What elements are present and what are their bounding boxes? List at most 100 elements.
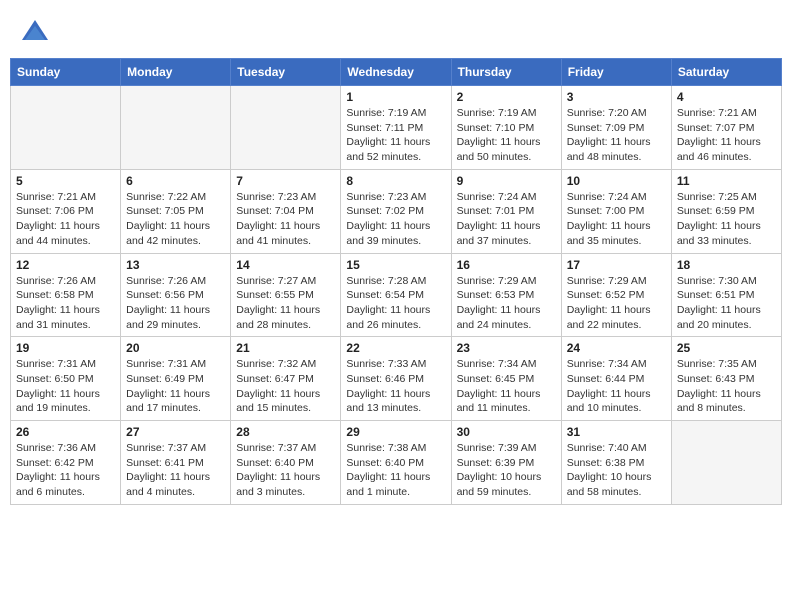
calendar-cell	[231, 86, 341, 170]
calendar-cell: 10Sunrise: 7:24 AMSunset: 7:00 PMDayligh…	[561, 169, 671, 253]
calendar-cell: 13Sunrise: 7:26 AMSunset: 6:56 PMDayligh…	[121, 253, 231, 337]
calendar-cell: 17Sunrise: 7:29 AMSunset: 6:52 PMDayligh…	[561, 253, 671, 337]
calendar-cell: 3Sunrise: 7:20 AMSunset: 7:09 PMDaylight…	[561, 86, 671, 170]
sunset-text: Sunset: 6:44 PM	[567, 372, 666, 387]
day-number: 21	[236, 341, 335, 355]
sunset-text: Sunset: 7:10 PM	[457, 121, 556, 136]
daylight-text: Daylight: 11 hoursand 42 minutes.	[126, 219, 225, 248]
sunrise-text: Sunrise: 7:28 AM	[346, 274, 445, 289]
day-info: Sunrise: 7:34 AMSunset: 6:44 PMDaylight:…	[567, 357, 666, 416]
sunset-text: Sunset: 6:52 PM	[567, 288, 666, 303]
day-info: Sunrise: 7:37 AMSunset: 6:41 PMDaylight:…	[126, 441, 225, 500]
sunset-text: Sunset: 6:55 PM	[236, 288, 335, 303]
day-info: Sunrise: 7:36 AMSunset: 6:42 PMDaylight:…	[16, 441, 115, 500]
day-info: Sunrise: 7:26 AMSunset: 6:58 PMDaylight:…	[16, 274, 115, 333]
sunrise-text: Sunrise: 7:35 AM	[677, 357, 776, 372]
sunrise-text: Sunrise: 7:32 AM	[236, 357, 335, 372]
daylight-text: Daylight: 11 hoursand 19 minutes.	[16, 387, 115, 416]
daylight-text: Daylight: 11 hoursand 22 minutes.	[567, 303, 666, 332]
day-info: Sunrise: 7:31 AMSunset: 6:50 PMDaylight:…	[16, 357, 115, 416]
day-number: 15	[346, 258, 445, 272]
sunrise-text: Sunrise: 7:34 AM	[567, 357, 666, 372]
daylight-text: Daylight: 11 hoursand 39 minutes.	[346, 219, 445, 248]
page-header	[10, 10, 782, 52]
sunrise-text: Sunrise: 7:38 AM	[346, 441, 445, 456]
sunset-text: Sunset: 7:11 PM	[346, 121, 445, 136]
calendar-week-row: 1Sunrise: 7:19 AMSunset: 7:11 PMDaylight…	[11, 86, 782, 170]
sunrise-text: Sunrise: 7:37 AM	[236, 441, 335, 456]
day-number: 1	[346, 90, 445, 104]
sunset-text: Sunset: 6:38 PM	[567, 456, 666, 471]
calendar-cell: 9 Sunrise: 7:24 AMSunset: 7:01 PMDaylight…	[451, 169, 561, 253]
sunset-text: Sunset: 6:40 PM	[236, 456, 335, 471]
day-info: Sunrise: 7:30 AMSunset: 6:51 PMDaylight:…	[677, 274, 776, 333]
sunset-text: Sunset: 7:01 PM	[457, 204, 556, 219]
daylight-text: Daylight: 11 hoursand 26 minutes.	[346, 303, 445, 332]
sunrise-text: Sunrise: 7:19 AM	[346, 106, 445, 121]
daylight-text: Daylight: 11 hoursand 37 minutes.	[457, 219, 556, 248]
daylight-text: Daylight: 11 hoursand 48 minutes.	[567, 135, 666, 164]
day-number: 30	[457, 425, 556, 439]
sunset-text: Sunset: 6:59 PM	[677, 204, 776, 219]
day-number: 12	[16, 258, 115, 272]
calendar-cell: 29Sunrise: 7:38 AMSunset: 6:40 PMDayligh…	[341, 421, 451, 505]
logo	[20, 18, 52, 48]
day-info: Sunrise: 7:35 AMSunset: 6:43 PMDaylight:…	[677, 357, 776, 416]
day-info: Sunrise: 7:22 AMSunset: 7:05 PMDaylight:…	[126, 190, 225, 249]
sunset-text: Sunset: 6:46 PM	[346, 372, 445, 387]
daylight-text: Daylight: 11 hoursand 13 minutes.	[346, 387, 445, 416]
day-number: 4	[677, 90, 776, 104]
day-info: Sunrise: 7:39 AMSunset: 6:39 PMDaylight:…	[457, 441, 556, 500]
daylight-text: Daylight: 11 hoursand 44 minutes.	[16, 219, 115, 248]
sunrise-text: Sunrise: 7:23 AM	[346, 190, 445, 205]
day-number: 27	[126, 425, 225, 439]
daylight-text: Daylight: 11 hoursand 31 minutes.	[16, 303, 115, 332]
calendar-cell	[121, 86, 231, 170]
sunrise-text: Sunrise: 7:29 AM	[457, 274, 556, 289]
calendar-cell	[11, 86, 121, 170]
calendar-cell	[671, 421, 781, 505]
calendar-cell: 24Sunrise: 7:34 AMSunset: 6:44 PMDayligh…	[561, 337, 671, 421]
daylight-text: Daylight: 11 hoursand 29 minutes.	[126, 303, 225, 332]
daylight-text: Daylight: 11 hoursand 33 minutes.	[677, 219, 776, 248]
logo-icon	[20, 18, 50, 48]
day-info: Sunrise: 7:31 AMSunset: 6:49 PMDaylight:…	[126, 357, 225, 416]
calendar-cell: 23Sunrise: 7:34 AMSunset: 6:45 PMDayligh…	[451, 337, 561, 421]
calendar-cell: 19Sunrise: 7:31 AMSunset: 6:50 PMDayligh…	[11, 337, 121, 421]
sunset-text: Sunset: 6:50 PM	[16, 372, 115, 387]
day-number: 6	[126, 174, 225, 188]
calendar-week-row: 19Sunrise: 7:31 AMSunset: 6:50 PMDayligh…	[11, 337, 782, 421]
calendar-cell: 16Sunrise: 7:29 AMSunset: 6:53 PMDayligh…	[451, 253, 561, 337]
sunset-text: Sunset: 6:49 PM	[126, 372, 225, 387]
day-info: Sunrise: 7:27 AMSunset: 6:55 PMDaylight:…	[236, 274, 335, 333]
calendar-cell: 15Sunrise: 7:28 AMSunset: 6:54 PMDayligh…	[341, 253, 451, 337]
day-number: 31	[567, 425, 666, 439]
sunrise-text: Sunrise: 7:23 AM	[236, 190, 335, 205]
day-number: 28	[236, 425, 335, 439]
daylight-text: Daylight: 10 hoursand 59 minutes.	[457, 470, 556, 499]
sunset-text: Sunset: 6:56 PM	[126, 288, 225, 303]
daylight-text: Daylight: 11 hoursand 20 minutes.	[677, 303, 776, 332]
day-info: Sunrise: 7:40 AMSunset: 6:38 PMDaylight:…	[567, 441, 666, 500]
sunset-text: Sunset: 6:47 PM	[236, 372, 335, 387]
sunrise-text: Sunrise: 7:21 AM	[16, 190, 115, 205]
daylight-text: Daylight: 11 hoursand 3 minutes.	[236, 470, 335, 499]
day-info: Sunrise: 7:37 AMSunset: 6:40 PMDaylight:…	[236, 441, 335, 500]
sunrise-text: Sunrise: 7:37 AM	[126, 441, 225, 456]
day-number: 8	[346, 174, 445, 188]
sunrise-text: Sunrise: 7:19 AM	[457, 106, 556, 121]
daylight-text: Daylight: 11 hoursand 11 minutes.	[457, 387, 556, 416]
daylight-text: Daylight: 10 hoursand 58 minutes.	[567, 470, 666, 499]
sunrise-text: Sunrise: 7:26 AM	[16, 274, 115, 289]
sunrise-text: Sunrise: 7:24 AM	[457, 190, 556, 205]
day-info: Sunrise: 7:20 AMSunset: 7:09 PMDaylight:…	[567, 106, 666, 165]
calendar-cell: 11Sunrise: 7:25 AMSunset: 6:59 PMDayligh…	[671, 169, 781, 253]
day-number: 11	[677, 174, 776, 188]
daylight-text: Daylight: 11 hoursand 28 minutes.	[236, 303, 335, 332]
sunrise-text: Sunrise: 7:24 AM	[567, 190, 666, 205]
day-number: 9	[457, 174, 556, 188]
calendar-cell: 14Sunrise: 7:27 AMSunset: 6:55 PMDayligh…	[231, 253, 341, 337]
calendar-week-row: 26Sunrise: 7:36 AMSunset: 6:42 PMDayligh…	[11, 421, 782, 505]
day-number: 5	[16, 174, 115, 188]
daylight-text: Daylight: 11 hoursand 41 minutes.	[236, 219, 335, 248]
